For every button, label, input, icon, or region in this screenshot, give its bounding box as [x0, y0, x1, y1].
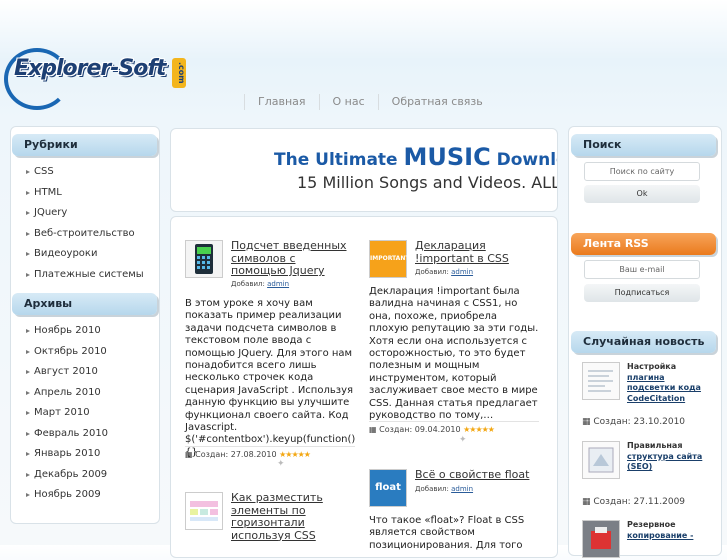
rubric-item[interactable]: JQuery	[12, 203, 152, 224]
archive-item[interactable]: Декабрь 2009	[12, 465, 152, 486]
post-excerpt: Декларация !important была валидна начин…	[369, 286, 539, 422]
random-news-item: Резервное копирование -	[582, 520, 722, 558]
archive-item[interactable]: Апрель 2010	[12, 383, 152, 404]
subscribe-button[interactable]: Подписаться	[584, 284, 700, 302]
nav-feedback-link[interactable]: Обратная связь	[377, 94, 496, 110]
archive-item[interactable]: Февраль 2010	[12, 424, 152, 445]
search-button[interactable]: Ok	[584, 185, 700, 203]
news-thumbnail[interactable]	[582, 520, 620, 558]
author-link[interactable]: admin	[451, 268, 473, 276]
rubric-item[interactable]: Платежные системы	[12, 265, 152, 286]
author-link[interactable]: admin	[451, 485, 473, 493]
nav-home-link[interactable]: Главная	[244, 94, 319, 110]
archive-item[interactable]: Март 2010	[12, 403, 152, 424]
news-title-link[interactable]: Правильная структура сайта (SEO)	[627, 441, 702, 473]
rubrics-list: CSS HTML JQuery Веб-строительство Видеоу…	[12, 162, 152, 285]
nav-about-link[interactable]: О нас	[318, 94, 378, 110]
post-card: IMPORTANT Декларация !important в CSS До…	[369, 239, 539, 470]
search-heading: Поиск	[571, 134, 716, 156]
more-star-icon[interactable]: ✦	[459, 435, 467, 445]
post-meta: Добавил: admin	[231, 280, 290, 288]
site-logo[interactable]: Explorer-Soft .com	[4, 44, 189, 110]
calendar-icon: ▦	[369, 425, 377, 434]
post-footer: ▦ Создан: 09.04.2010 ★★★★★	[369, 421, 539, 434]
banner-subline: 15 Million Songs and Videos. ALL F	[297, 173, 558, 192]
email-field[interactable]: Ваш e-mail	[584, 260, 700, 279]
important-thumbnail[interactable]: IMPORTANT	[369, 240, 409, 278]
archive-item[interactable]: Август 2010	[12, 362, 152, 383]
news-title-link[interactable]: Резервное копирование -	[627, 520, 693, 541]
rubric-item[interactable]: Видеоуроки	[12, 244, 152, 265]
archive-item[interactable]: Ноябрь 2009	[12, 485, 152, 506]
logo-text: Explorer-Soft	[14, 56, 166, 81]
calendar-icon: ▦	[185, 450, 193, 459]
post-title-link[interactable]: Подсчет введенных символов с помощью Jqu…	[231, 239, 353, 278]
post-title-link[interactable]: Декларация !important в CSS	[415, 239, 539, 265]
horizontal-layout-thumbnail[interactable]	[185, 492, 223, 530]
author-link[interactable]: admin	[267, 280, 289, 288]
calendar-icon: ▦	[582, 497, 591, 507]
post-meta: Добавил: admin	[415, 268, 474, 276]
news-thumbnail[interactable]	[582, 441, 620, 479]
calendar-icon: ▦	[582, 417, 591, 427]
news-title-link[interactable]: Настройка плагина подсветки кода CodeCitati…	[627, 362, 701, 404]
rss-heading: Лента RSS	[571, 233, 716, 255]
archives-list: Ноябрь 2010 Октябрь 2010 Август 2010 Апр…	[12, 321, 152, 506]
music-banner-ad[interactable]: The Ultimate MUSIC Download 15 Million S…	[170, 128, 558, 212]
rubric-item[interactable]: Веб-строительство	[12, 224, 152, 245]
banner-headline: The Ultimate MUSIC Download	[274, 143, 557, 171]
post-title-link[interactable]: Как разместить элементы по горизонтали и…	[231, 491, 331, 542]
news-date: ▦ Создан: 27.11.2009	[582, 497, 686, 507]
rating-stars[interactable]: ★★★★★	[279, 450, 311, 459]
post-title-link[interactable]: Всё о свойстве float	[415, 468, 539, 482]
more-star-icon[interactable]: ✦	[277, 459, 285, 469]
post-meta: Добавил: admin	[415, 485, 474, 493]
news-thumbnail[interactable]	[582, 362, 620, 400]
post-excerpt: Что такое «float»? Float в CSS является …	[369, 515, 525, 551]
post-footer: ▦ Создан: 27.08.2010 ★★★★★	[185, 446, 355, 459]
calculator-icon[interactable]	[185, 240, 223, 278]
logo-suffix: .com	[172, 58, 186, 88]
float-thumbnail[interactable]: float	[369, 469, 407, 507]
rubric-item[interactable]: CSS	[12, 162, 152, 183]
news-date: ▦ Создан: 23.10.2010	[582, 417, 686, 427]
post-excerpt: В этом уроке я хочу вам показать пример …	[185, 298, 356, 458]
post-card: float Всё о свойстве float Добавил: admi…	[369, 468, 539, 551]
rating-stars[interactable]: ★★★★★	[463, 425, 495, 434]
random-news-heading: Случайная новость	[571, 331, 716, 353]
archive-item[interactable]: Октябрь 2010	[12, 342, 152, 363]
post-card: Как разместить элементы по горизонтали и…	[185, 491, 355, 552]
post-card: Подсчет введенных символов с помощью Jqu…	[185, 239, 356, 470]
rubric-item[interactable]: HTML	[12, 183, 152, 204]
archives-heading: Архивы	[12, 293, 157, 315]
top-nav: Главная О нас Обратная связь	[244, 94, 496, 110]
search-input[interactable]: Поиск по сайту	[584, 162, 700, 181]
random-news-item: Настройка плагина подсветки кода CodeCitati…	[582, 362, 722, 432]
archive-item[interactable]: Ноябрь 2010	[12, 321, 152, 342]
archive-item[interactable]: Январь 2010	[12, 444, 152, 465]
rubrics-heading: Рубрики	[12, 134, 157, 156]
random-news-item: Правильная структура сайта (SEO) ▦ Создан:…	[582, 441, 722, 511]
